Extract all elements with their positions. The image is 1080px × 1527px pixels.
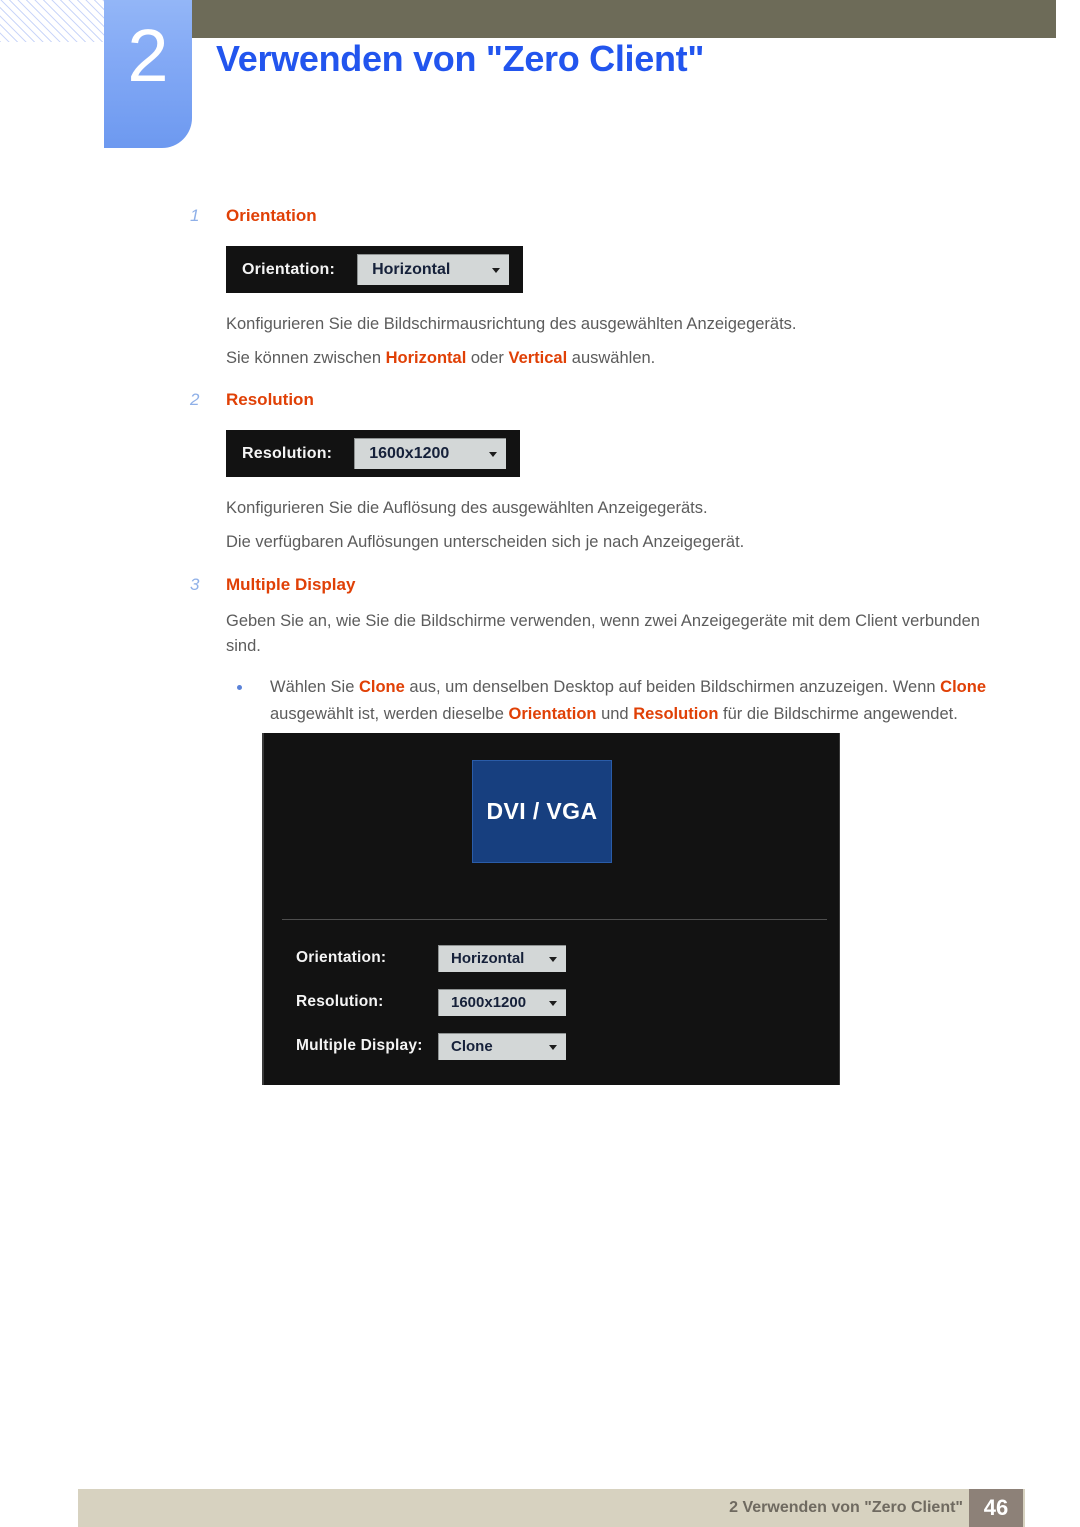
chapter-number-badge: 2 — [104, 0, 192, 148]
panel-resolution-value: 1600x1200 — [451, 994, 527, 1011]
bullet-seg-3: ausgewählt ist, werden dieselbe — [270, 705, 509, 724]
panel-row-multiple-display: Multiple Display: Clone — [296, 1024, 816, 1068]
term-clone-2: Clone — [940, 678, 987, 697]
header-bar — [170, 0, 1056, 38]
sentence-after: auswählen. — [567, 349, 656, 368]
term-vertical: Vertical — [508, 349, 568, 368]
panel-settings-rows: Orientation: Horizontal Resolution: 1600… — [296, 936, 816, 1068]
orientation-widget: Orientation: Horizontal — [226, 246, 524, 293]
resolution-widget-label: Resolution: — [242, 444, 333, 462]
clone-bullet-text: Wählen Sie Clone aus, um denselben Deskt… — [270, 678, 986, 723]
panel-row-label: Orientation: — [296, 949, 387, 966]
step-title: Resolution — [226, 390, 314, 410]
panel-resolution-dropdown[interactable]: 1600x1200 — [438, 988, 566, 1016]
content-area: 1 Orientation Orientation: Horizontal Ko… — [0, 206, 1080, 728]
step-title: Orientation — [226, 206, 317, 225]
bullet-dot-icon — [237, 685, 242, 691]
orientation-dropdown[interactable]: Horizontal — [357, 254, 510, 285]
step-multiple-display: 3 Multiple Display — [0, 575, 1080, 595]
footer-chapter-text: 2 Verwenden von "Zero Client" — [729, 1499, 963, 1516]
bullet-seg-5: für die Bildschirme angewendet. — [718, 705, 958, 724]
bullet-seg-4: und — [596, 705, 634, 724]
chevron-down-icon — [492, 268, 501, 273]
resolution-description-1: Konfigurieren Sie die Auflösung des ausg… — [226, 499, 708, 518]
step-number: 1 — [190, 206, 200, 225]
chevron-down-icon — [549, 1000, 557, 1006]
dvi-vga-source-tile[interactable]: DVI / VGA — [472, 760, 612, 863]
term-horizontal: Horizontal — [385, 349, 467, 368]
step-resolution: 2 Resolution — [0, 390, 1080, 410]
clone-bullet-item: Wählen Sie Clone aus, um denselben Deskt… — [226, 674, 990, 727]
decorative-hatch-pattern — [0, 0, 118, 42]
page-number-badge: 46 — [969, 1489, 1023, 1527]
display-settings-panel-screenshot: DVI / VGA Orientation: Horizontal Resolu… — [262, 733, 840, 1085]
sentence-middle: oder — [466, 349, 509, 368]
orientation-widget-label: Orientation: — [242, 260, 336, 278]
panel-multiple-display-dropdown[interactable]: Clone — [438, 1032, 566, 1060]
chevron-down-icon — [549, 1044, 557, 1050]
panel-multiple-display-value: Clone — [451, 1038, 493, 1055]
document-page: 2 Verwenden von "Zero Client" 1 Orientat… — [0, 0, 1080, 1527]
resolution-description-2: Die verfügbaren Auflösungen unterscheide… — [226, 533, 745, 552]
footer-bar: 2 Verwenden von "Zero Client" 46 — [78, 1489, 1025, 1527]
term-orientation: Orientation — [508, 705, 597, 724]
term-clone-1: Clone — [358, 678, 405, 697]
step-number: 2 — [190, 390, 200, 410]
panel-row-label: Multiple Display: — [296, 1037, 423, 1054]
orientation-dropdown-value: Horizontal — [372, 261, 451, 278]
bullet-seg-1: Wählen Sie — [270, 678, 359, 697]
chevron-down-icon — [489, 452, 498, 458]
sentence-before: Sie können zwischen — [226, 349, 386, 368]
panel-orientation-dropdown[interactable]: Horizontal — [438, 944, 566, 972]
multiple-display-description: Geben Sie an, wie Sie die Bildschirme ve… — [226, 612, 980, 656]
resolution-dropdown[interactable]: 1600x1200 — [354, 438, 507, 470]
dvi-vga-source-label: DVI / VGA — [486, 798, 598, 824]
bullet-seg-2: aus, um denselben Desktop auf beiden Bil… — [404, 678, 941, 697]
page-title: Verwenden von "Zero Client" — [216, 38, 705, 79]
step-orientation: 1 Orientation — [0, 206, 1080, 226]
orientation-description: Konfigurieren Sie die Bildschirmausricht… — [226, 315, 797, 333]
panel-orientation-value: Horizontal — [451, 950, 525, 967]
chevron-down-icon — [549, 956, 557, 962]
resolution-dropdown-value: 1600x1200 — [369, 445, 450, 463]
panel-row-orientation: Orientation: Horizontal — [296, 936, 816, 980]
term-resolution: Resolution — [633, 705, 719, 724]
step-number: 3 — [190, 575, 200, 595]
panel-row-resolution: Resolution: 1600x1200 — [296, 980, 816, 1024]
panel-divider — [282, 919, 827, 920]
resolution-widget: Resolution: 1600x1200 — [226, 430, 521, 478]
orientation-options-sentence: Sie können zwischen Horizontal oder Vert… — [226, 346, 990, 371]
step-title: Multiple Display — [226, 575, 356, 595]
panel-row-label: Resolution: — [296, 993, 384, 1010]
